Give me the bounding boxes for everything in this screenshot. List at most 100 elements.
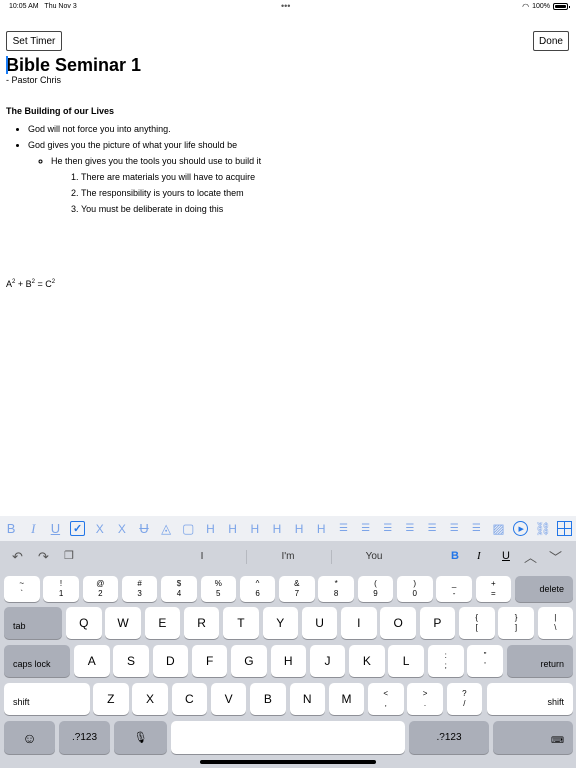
- key-`[interactable]: ~ `: [4, 576, 40, 602]
- key-u[interactable]: U: [301, 607, 338, 639]
- key-x[interactable]: X: [132, 683, 168, 715]
- key-symbol-1[interactable]: >.: [407, 683, 443, 715]
- strikethrough-icon[interactable]: U: [133, 516, 155, 541]
- kb-bold-button[interactable]: B: [451, 550, 459, 562]
- checkbox-icon[interactable]: ✓: [66, 516, 88, 541]
- document-body[interactable]: Bible Seminar 1 - Pastor Chris The Build…: [6, 55, 566, 217]
- chevron-down-icon[interactable]: ﹀: [549, 547, 562, 566]
- dictation-key[interactable]: 🎙: [114, 721, 167, 754]
- numbered-list-icon[interactable]: ☰: [355, 516, 377, 541]
- key-n[interactable]: N: [289, 683, 325, 715]
- key-bracket-1[interactable]: }]: [498, 607, 534, 639]
- superscript-icon[interactable]: X: [111, 516, 133, 541]
- emoji-key[interactable]: ☺: [4, 721, 55, 754]
- key-l[interactable]: L: [388, 645, 424, 677]
- key-w[interactable]: W: [105, 607, 141, 639]
- key-r[interactable]: R: [183, 607, 220, 639]
- key--[interactable]: _ -: [436, 576, 472, 602]
- key-y[interactable]: Y: [262, 607, 298, 639]
- key-a[interactable]: A: [74, 645, 110, 677]
- italic-icon[interactable]: I: [22, 516, 44, 541]
- outdent-icon[interactable]: ☰: [399, 516, 421, 541]
- paste-icon[interactable]: ❐: [64, 549, 74, 562]
- redo-icon[interactable]: ↷: [38, 549, 49, 565]
- shift-key-left[interactable]: shift: [4, 683, 90, 715]
- highlight-icon[interactable]: ▢: [177, 516, 199, 541]
- key-k[interactable]: K: [349, 645, 385, 677]
- shift-key-right[interactable]: shift: [487, 683, 573, 715]
- key-8[interactable]: * 8: [318, 576, 354, 602]
- key-punct-0[interactable]: :;: [428, 645, 464, 677]
- heading3-icon[interactable]: H: [244, 516, 266, 541]
- suggestion-2[interactable]: I'm: [248, 551, 328, 562]
- key-0[interactable]: ) 0: [397, 576, 433, 602]
- numbers-key-right[interactable]: .?123: [409, 721, 489, 754]
- text-color-icon[interactable]: ◬: [155, 516, 177, 541]
- suggestion-1[interactable]: I: [162, 551, 242, 562]
- key-symbol-2[interactable]: ? /: [446, 683, 483, 715]
- undo-icon[interactable]: ↶: [12, 549, 23, 565]
- link-icon[interactable]: ⛓: [532, 516, 554, 541]
- key-g[interactable]: G: [231, 645, 267, 677]
- heading5-icon[interactable]: H: [288, 516, 310, 541]
- suggestion-3[interactable]: You: [334, 551, 414, 562]
- align-center-icon[interactable]: ☰: [443, 516, 465, 541]
- caps-lock-key[interactable]: caps lock: [4, 645, 70, 677]
- key-e[interactable]: E: [144, 607, 181, 639]
- kb-underline-button[interactable]: U: [502, 550, 510, 562]
- key-7[interactable]: & 7: [279, 576, 315, 602]
- underline-icon[interactable]: U: [44, 516, 66, 541]
- key-t[interactable]: T: [223, 607, 259, 639]
- key-1[interactable]: ! 1: [43, 576, 79, 602]
- heading4-icon[interactable]: H: [266, 516, 288, 541]
- heading2-icon[interactable]: H: [222, 516, 244, 541]
- chevron-up-icon[interactable]: ︿: [524, 547, 537, 566]
- space-key[interactable]: [171, 721, 405, 754]
- key-m[interactable]: M: [328, 683, 365, 715]
- subscript-icon[interactable]: X: [89, 516, 111, 541]
- key-i[interactable]: I: [341, 607, 377, 639]
- heading6-icon[interactable]: H: [310, 516, 332, 541]
- align-right-icon[interactable]: ☰: [465, 516, 487, 541]
- hide-keyboard-key[interactable]: ⌨: [493, 721, 573, 754]
- doc-title[interactable]: Bible Seminar 1: [6, 55, 566, 75]
- key-z[interactable]: Z: [93, 683, 129, 715]
- key-6[interactable]: ^ 6: [239, 576, 276, 602]
- key-bracket-2[interactable]: | \: [537, 607, 574, 639]
- key-punct-1[interactable]: " ': [467, 645, 503, 677]
- key-v[interactable]: V: [210, 683, 247, 715]
- key-5[interactable]: % 5: [200, 576, 236, 602]
- key-9[interactable]: (9: [357, 576, 394, 602]
- heading1-icon[interactable]: H: [199, 516, 221, 541]
- image-icon[interactable]: ▨: [487, 516, 509, 541]
- key-symbol-0[interactable]: <,: [368, 683, 404, 715]
- key-c[interactable]: C: [171, 683, 208, 715]
- key-4[interactable]: $4: [161, 576, 197, 602]
- key-h[interactable]: H: [270, 645, 306, 677]
- key-o[interactable]: O: [380, 607, 416, 639]
- key-3[interactable]: #3: [121, 576, 158, 602]
- key-2[interactable]: @2: [82, 576, 119, 602]
- key-d[interactable]: D: [152, 645, 189, 677]
- table-icon[interactable]: [554, 516, 576, 541]
- key-f[interactable]: F: [191, 645, 228, 677]
- set-timer-button[interactable]: Set Timer: [6, 31, 62, 51]
- bold-icon[interactable]: B: [0, 516, 22, 541]
- align-left-icon[interactable]: ☰: [421, 516, 443, 541]
- indent-icon[interactable]: ☰: [377, 516, 399, 541]
- return-key[interactable]: return: [507, 645, 573, 677]
- bullet-list-icon[interactable]: ☰: [332, 516, 354, 541]
- play-icon[interactable]: ▶: [510, 516, 532, 541]
- delete-key[interactable]: delete: [515, 576, 573, 602]
- key-j[interactable]: J: [309, 645, 346, 677]
- key-q[interactable]: Q: [66, 607, 102, 639]
- kb-italic-button[interactable]: I: [477, 550, 481, 562]
- home-indicator[interactable]: [200, 760, 376, 764]
- key-=[interactable]: + =: [475, 576, 512, 602]
- done-button[interactable]: Done: [533, 31, 569, 51]
- numbers-key-left[interactable]: .?123: [59, 721, 110, 754]
- multitasking-dots[interactable]: •••: [281, 1, 290, 11]
- key-b[interactable]: B: [250, 683, 286, 715]
- key-bracket-0[interactable]: {[: [459, 607, 495, 639]
- key-p[interactable]: P: [419, 607, 456, 639]
